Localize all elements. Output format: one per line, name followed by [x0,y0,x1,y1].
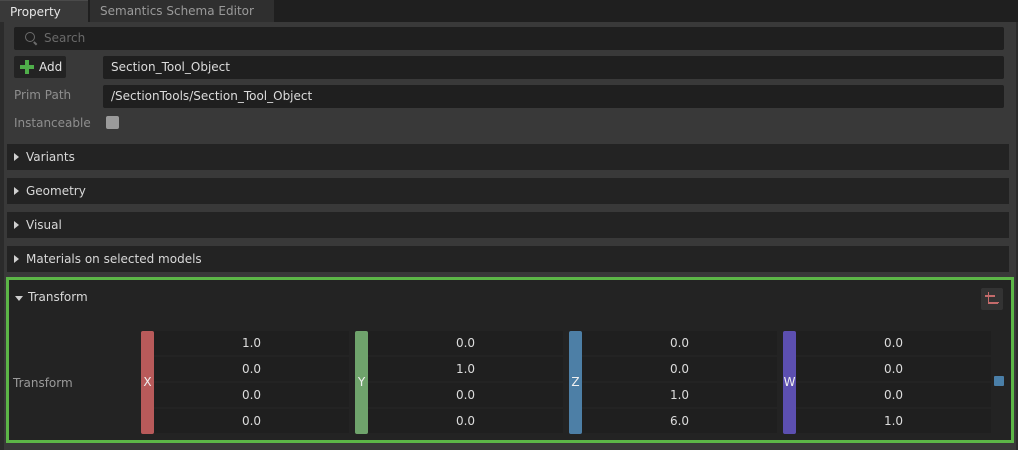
matrix-column-w: W 0.0 0.0 0.0 1.0 [783,331,991,434]
matrix-column-z: Z 0.0 0.0 1.0 6.0 [569,331,777,434]
section-title: Variants [26,150,75,164]
matrix-cell[interactable]: 0.0 [796,331,991,355]
section-materials[interactable]: Materials on selected models [7,246,1009,272]
chevron-down-icon[interactable] [15,296,23,301]
mixed-value-indicator[interactable] [994,376,1004,386]
section-visual[interactable]: Visual [7,212,1009,238]
search-placeholder: Search [44,31,86,45]
section-variants[interactable]: Variants [7,144,1009,170]
reset-transform-icon[interactable] [981,288,1003,310]
section-title: Visual [26,218,62,232]
chevron-right-icon [14,221,19,229]
add-button-label: Add [39,60,63,74]
axis-label-z: Z [571,375,580,389]
matrix-cell[interactable]: 0.0 [154,409,349,433]
chevron-right-icon [14,255,19,263]
matrix-cell[interactable]: 0.0 [154,383,349,407]
transform-section: Transform Transform X 1.0 0.0 0.0 0.0 Y … [6,277,1014,443]
matrix-cell[interactable]: 6.0 [582,409,777,433]
chevron-right-icon [14,153,19,161]
section-geometry[interactable]: Geometry [7,178,1009,204]
matrix-column-y: Y 0.0 1.0 0.0 0.0 [355,331,563,434]
matrix-cell[interactable]: 0.0 [368,331,563,355]
prim-path-field[interactable]: /SectionTools/Section_Tool_Object [103,85,1004,108]
section-title: Geometry [26,184,86,198]
matrix-cell[interactable]: 1.0 [368,357,563,381]
matrix-column-x: X 1.0 0.0 0.0 0.0 [141,331,349,434]
plus-icon [20,60,34,74]
matrix-cell[interactable]: 0.0 [154,357,349,381]
tab-property[interactable]: Property [0,0,88,22]
matrix-cell[interactable]: 1.0 [796,409,991,433]
axis-label-w: W [783,375,796,389]
matrix-cell[interactable]: 1.0 [582,383,777,407]
matrix-cell[interactable]: 0.0 [368,409,563,433]
section-title: Materials on selected models [26,252,202,266]
tab-semantics-schema-editor[interactable]: Semantics Schema Editor [90,0,274,22]
matrix-cell[interactable]: 0.0 [368,383,563,407]
search-icon [25,32,35,42]
matrix-cell[interactable]: 1.0 [154,331,349,355]
prim-path-label: Prim Path [14,88,72,102]
instanceable-label: Instanceable [14,116,91,130]
matrix-cell[interactable]: 0.0 [582,357,777,381]
add-button[interactable]: Add [14,56,66,78]
instanceable-checkbox[interactable] [106,116,119,129]
transform-section-title[interactable]: Transform [28,287,88,307]
matrix-cell[interactable]: 0.0 [796,357,991,381]
transform-row-label: Transform [13,376,73,390]
matrix-cell[interactable]: 0.0 [796,383,991,407]
matrix-cell[interactable]: 0.0 [582,331,777,355]
chevron-right-icon [14,187,19,195]
tab-bar: Property Semantics Schema Editor [0,0,1018,22]
name-field[interactable]: Section_Tool_Object [103,56,1004,79]
search-input[interactable]: Search [14,27,1004,50]
axis-label-x: X [143,375,152,389]
axis-label-y: Y [357,375,366,389]
